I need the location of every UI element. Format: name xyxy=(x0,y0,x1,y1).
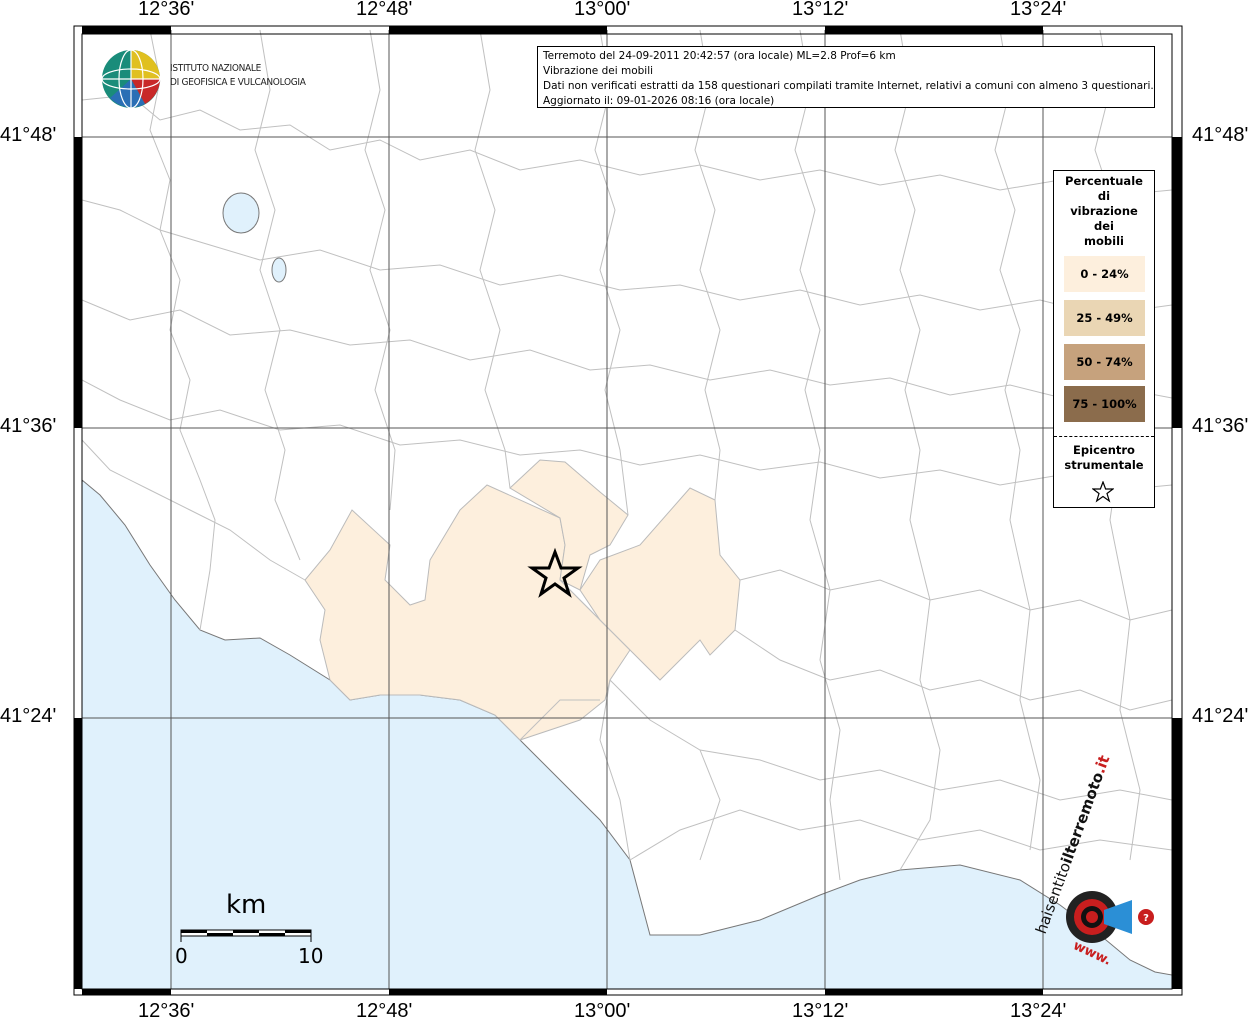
scale-unit: km xyxy=(226,890,267,920)
legend-epicenter-line: Epicentro xyxy=(1073,443,1135,457)
lat-label-left: 41°48' xyxy=(0,124,57,146)
svg-text:?: ? xyxy=(1143,913,1149,924)
legend-epicenter-label: Epicentro strumentale xyxy=(1054,443,1154,473)
lon-label-top: 12°36' xyxy=(138,0,195,20)
legend-title-line: Percentuale xyxy=(1065,174,1143,188)
ingv-name: ISTITUTO NAZIONALE DI GEOFISICA E VULCAN… xyxy=(170,62,306,90)
lon-label-bottom: 13°12' xyxy=(792,1000,849,1022)
lon-label-bottom: 12°48' xyxy=(356,1000,413,1022)
lake xyxy=(222,192,260,234)
legend-item-50-74: 50 - 74% xyxy=(1064,344,1145,380)
legend-title-line: dei xyxy=(1094,219,1114,233)
star-icon xyxy=(1092,481,1114,503)
lat-label-right: 41°48' xyxy=(1192,124,1249,146)
event-info-box: Terremoto del 24-09-2011 20:42:57 (ora l… xyxy=(537,46,1155,108)
event-updated: Aggiornato il: 09-01-2026 08:16 (ora loc… xyxy=(543,95,775,107)
ingv-line: DI GEOFISICA E VULCANOLOGIA xyxy=(170,77,306,88)
lat-label-left: 41°36' xyxy=(0,415,57,437)
lake xyxy=(271,257,287,283)
legend-title-line: di xyxy=(1097,189,1111,203)
legend-item-75-100: 75 - 100% xyxy=(1064,386,1145,422)
legend-item-0-24: 0 - 24% xyxy=(1064,256,1145,292)
lon-label-bottom: 12°36' xyxy=(138,1000,195,1022)
lon-label-top: 13°24' xyxy=(1010,0,1067,20)
haisentito-logo: ? xyxy=(1066,891,1154,943)
scale-max: 10 xyxy=(298,944,324,968)
lon-label-top: 13°12' xyxy=(792,0,849,20)
lon-label-top: 13°00' xyxy=(574,0,631,20)
scale-min: 0 xyxy=(175,944,188,968)
legend-item-25-49: 25 - 49% xyxy=(1064,300,1145,336)
legend-title-line: mobili xyxy=(1084,234,1124,248)
lat-label-right: 41°24' xyxy=(1192,705,1249,727)
ingv-globe-icon xyxy=(101,49,161,109)
lon-label-bottom: 13°24' xyxy=(1010,1000,1067,1022)
event-note: Dati non verificati estratti da 158 ques… xyxy=(543,80,1154,92)
lat-label-right: 41°36' xyxy=(1192,415,1249,437)
event-parameter: Vibrazione dei mobili xyxy=(543,65,654,77)
legend-epicenter-line: strumentale xyxy=(1064,458,1144,472)
event-title: Terremoto del 24-09-2011 20:42:57 (ora l… xyxy=(543,50,896,62)
lon-label-bottom: 13°00' xyxy=(574,1000,631,1022)
legend-divider xyxy=(1054,436,1154,437)
legend-title: Percentuale di vibrazione dei mobili xyxy=(1054,174,1154,249)
lat-label-left: 41°24' xyxy=(0,705,57,727)
ingv-line: ISTITUTO NAZIONALE xyxy=(170,63,261,74)
legend: Percentuale di vibrazione dei mobili 0 -… xyxy=(1053,170,1155,508)
legend-title-line: vibrazione xyxy=(1070,204,1138,218)
lon-label-top: 12°48' xyxy=(356,0,413,20)
